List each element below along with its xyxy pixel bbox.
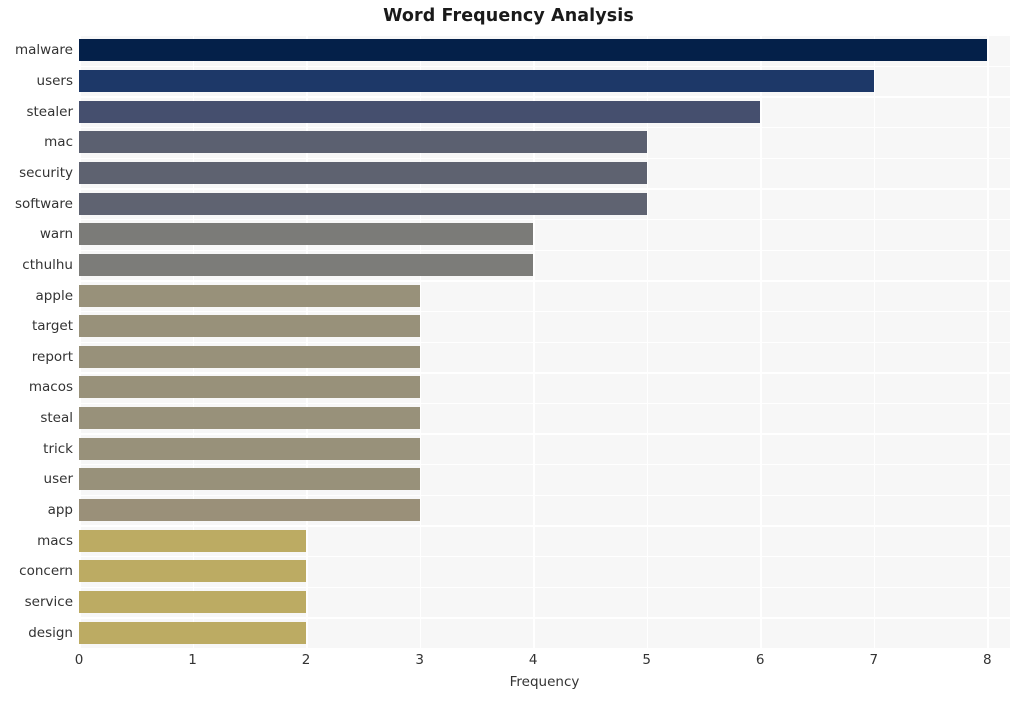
bar[interactable] xyxy=(79,315,420,338)
gridline-horizontal xyxy=(79,402,1010,405)
bar[interactable] xyxy=(79,192,647,215)
gridline-horizontal xyxy=(79,188,1010,190)
gridline-horizontal xyxy=(79,586,1010,589)
y-axis-tick-label: malware xyxy=(14,42,73,59)
y-axis-tick-label: apple xyxy=(35,287,73,304)
gridline-horizontal xyxy=(79,280,1010,282)
bar[interactable] xyxy=(79,39,988,62)
bar[interactable] xyxy=(79,407,420,430)
y-axis-tick-label: steal xyxy=(40,410,73,427)
x-axis-tick-label: 2 xyxy=(301,652,311,668)
bar[interactable] xyxy=(79,131,647,154)
y-axis-tick-label: warn xyxy=(39,226,73,243)
bar[interactable] xyxy=(79,253,534,276)
bar[interactable] xyxy=(79,560,307,583)
x-axis-title: Frequency xyxy=(509,674,580,690)
y-axis-tick-label: trick xyxy=(43,440,73,457)
gridline-horizontal xyxy=(79,464,1010,466)
gridline-horizontal xyxy=(79,157,1010,159)
gridline-horizontal xyxy=(79,310,1010,313)
plot-area xyxy=(79,35,1010,650)
y-axis-tick-label: target xyxy=(31,318,73,335)
chart-title: Word Frequency Analysis xyxy=(383,6,634,26)
gridline-horizontal xyxy=(79,126,1010,129)
bar[interactable] xyxy=(79,223,534,246)
y-axis-tick-labels: malware users stealer mac security software wa… xyxy=(0,35,73,648)
x-axis-tick-label: 6 xyxy=(755,652,765,668)
x-axis-tick-labels: 0 1 2 3 4 5 6 7 8 xyxy=(75,652,1010,674)
y-axis-tick-label: users xyxy=(36,72,73,89)
y-axis-tick-label: cthulhu xyxy=(22,256,73,273)
gridline-horizontal xyxy=(79,648,1010,650)
y-axis-tick-label: security xyxy=(19,164,73,181)
gridline-horizontal xyxy=(79,433,1010,435)
bar[interactable] xyxy=(79,591,307,614)
gridline-horizontal xyxy=(79,65,1010,68)
x-axis-tick-label: 8 xyxy=(982,652,992,668)
gridline-horizontal xyxy=(79,617,1010,619)
bar[interactable] xyxy=(79,345,420,368)
bar[interactable] xyxy=(79,529,307,552)
x-axis-tick-label: 0 xyxy=(74,652,84,668)
gridline-horizontal xyxy=(79,556,1010,558)
gridline-horizontal xyxy=(79,341,1010,343)
x-axis-tick-label: 1 xyxy=(188,652,197,668)
bar[interactable] xyxy=(79,284,420,307)
bar[interactable] xyxy=(79,100,761,123)
x-axis-tick-label: 3 xyxy=(415,652,424,668)
y-axis-tick-label: mac xyxy=(44,134,73,151)
gridline-horizontal xyxy=(79,525,1010,527)
y-axis-tick-label: macos xyxy=(28,379,73,396)
x-axis-tick-label: 7 xyxy=(869,652,879,668)
y-axis-tick-label: concern xyxy=(19,563,73,580)
y-axis-tick-label: software xyxy=(15,195,73,212)
gridline-horizontal xyxy=(79,249,1010,251)
bar[interactable] xyxy=(79,621,307,644)
bar[interactable] xyxy=(79,437,420,460)
bar[interactable] xyxy=(79,69,874,92)
bar[interactable] xyxy=(79,161,647,184)
bar[interactable] xyxy=(79,499,420,522)
chart-figure: Word Frequency Analysis malware users stea… xyxy=(0,0,1017,701)
y-axis-tick-label: stealer xyxy=(26,103,73,120)
gridline-horizontal xyxy=(79,494,1010,497)
y-axis-tick-label: report xyxy=(31,348,73,365)
gridline-horizontal xyxy=(79,372,1010,374)
gridline-horizontal xyxy=(79,96,1010,98)
x-axis-tick-label: 4 xyxy=(528,652,538,668)
bar[interactable] xyxy=(79,376,420,399)
y-axis-tick-label: app xyxy=(47,502,73,519)
y-axis-tick-label: user xyxy=(43,471,73,488)
x-axis-tick-label: 5 xyxy=(642,652,651,668)
y-axis-tick-label: service xyxy=(24,594,73,611)
gridline-horizontal xyxy=(79,35,1010,37)
bar[interactable] xyxy=(79,468,420,491)
y-axis-tick-label: design xyxy=(28,624,73,641)
y-axis-tick-label: macs xyxy=(37,532,73,549)
gridline-horizontal xyxy=(79,218,1010,221)
